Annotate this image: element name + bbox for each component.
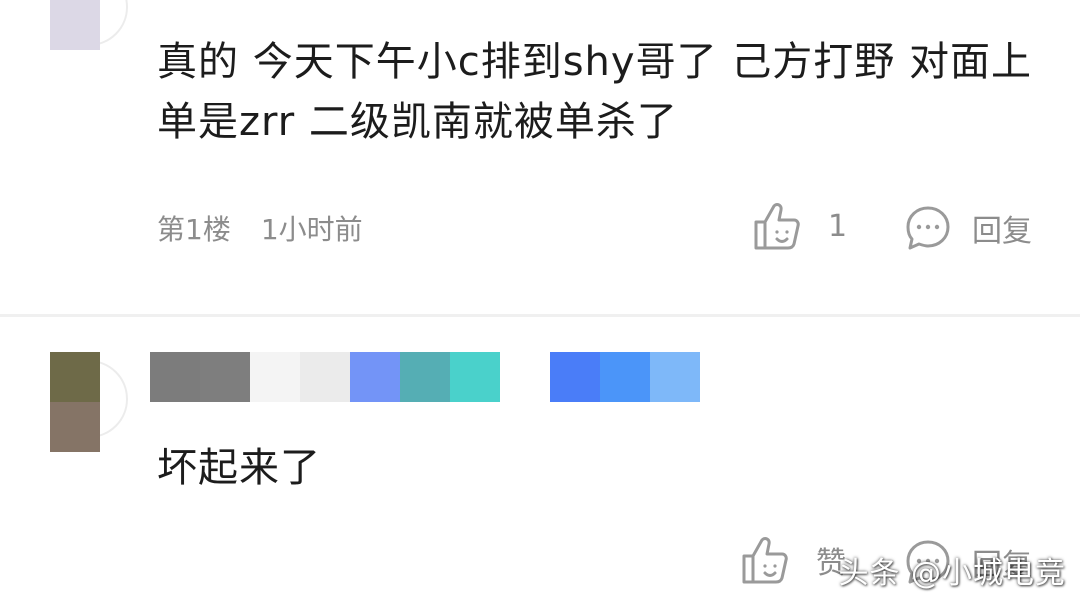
watermark: 头条 @小城电竞 [838,556,1066,591]
mosaic-block [400,352,450,402]
thumbs-up-icon [740,534,792,586]
reply-label: 回复 [972,214,1032,249]
mosaic-block [600,352,650,402]
mosaic-block [450,352,500,402]
avatar-tile [50,0,100,50]
username-mosaic[interactable] [150,352,700,402]
floor-label: 第1楼 [157,213,231,246]
mosaic-block [150,352,200,402]
like-button[interactable]: 赞 [740,534,846,586]
avatar-tile [50,402,100,452]
mosaic-block [300,352,350,402]
thumbs-up-icon [752,200,804,252]
mosaic-block [350,352,400,402]
timestamp: 1小时前 [260,213,363,246]
comment-item: 真的 今天下午小c排到shy哥了 己方打野 对面上单是zrr 二级凯南就被单杀了… [0,0,1080,316]
mosaic-block [650,352,700,402]
comment-meta: 第1楼 1小时前 [157,208,363,248]
comment-text: 坏起来了 [157,445,321,491]
mosaic-block [250,352,300,402]
mosaic-gap [500,352,550,402]
avatar[interactable] [50,352,100,452]
reply-button[interactable]: 回复 [904,204,1032,252]
like-count: 1 [828,208,848,244]
avatar-tile [50,352,100,402]
mosaic-block [550,352,600,402]
mosaic-block [200,352,250,402]
like-button[interactable]: 1 [752,200,847,252]
avatar[interactable] [50,0,100,50]
comment-text: 真的 今天下午小c排到shy哥了 己方打野 对面上单是zrr 二级凯南就被单杀了 [157,39,1032,145]
chat-bubble-icon [904,204,952,252]
